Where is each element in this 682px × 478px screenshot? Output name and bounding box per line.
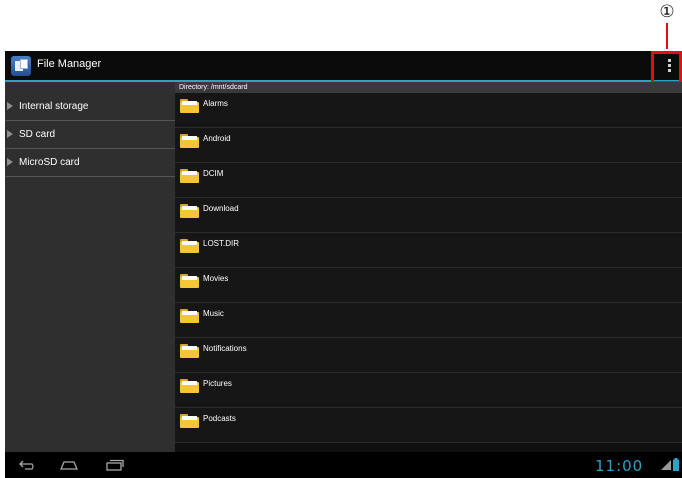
expand-arrow-icon [7, 130, 13, 138]
callout-highlight-box [651, 51, 682, 84]
tablet-screen: File Manager Internal storage SD card Mi… [5, 51, 682, 478]
sidebar-item-label: SD card [19, 129, 56, 140]
file-name: Podcasts [203, 414, 236, 423]
folder-icon [180, 239, 199, 253]
back-icon[interactable] [19, 460, 37, 470]
file-name: DCIM [203, 169, 224, 178]
list-item[interactable]: Notifications [175, 338, 682, 373]
callout-number: ① [659, 2, 675, 22]
folder-icon [180, 99, 199, 113]
directory-path: Directory: /mnt/sdcard [175, 82, 682, 93]
folder-icon [180, 204, 199, 218]
expand-arrow-icon [7, 102, 13, 110]
battery-icon [673, 458, 679, 471]
list-item[interactable]: Download [175, 198, 682, 233]
sidebar-item-label: Internal storage [19, 101, 89, 112]
list-item[interactable]: Music [175, 303, 682, 338]
expand-arrow-icon [7, 158, 13, 166]
action-bar: File Manager [5, 51, 682, 84]
file-name: LOST.DIR [203, 239, 240, 248]
folder-icon [180, 379, 199, 393]
folder-icon [180, 274, 199, 288]
file-list-pane: Directory: /mnt/sdcard Alarms Android DC… [175, 82, 682, 452]
list-item[interactable]: LOST.DIR [175, 233, 682, 268]
file-name: Pictures [203, 379, 232, 388]
sidebar-item-microsd-card[interactable]: MicroSD card [5, 149, 175, 177]
app-title: File Manager [37, 58, 102, 70]
list-item[interactable]: Podcasts [175, 408, 682, 443]
folder-icon [180, 344, 199, 358]
home-icon[interactable] [59, 460, 79, 470]
list-item[interactable]: Android [175, 128, 682, 163]
list-item[interactable]: DCIM [175, 163, 682, 198]
list-item[interactable]: Pictures [175, 373, 682, 408]
file-name: Android [203, 134, 231, 143]
folder-icon [180, 134, 199, 148]
recent-apps-icon[interactable] [105, 459, 125, 471]
sidebar-item-internal-storage[interactable]: Internal storage [5, 93, 175, 121]
folder-icon [180, 414, 199, 428]
folder-icon [180, 309, 199, 323]
file-name: Music [203, 309, 224, 318]
list-item[interactable]: Alarms [175, 93, 682, 128]
file-name: Notifications [203, 344, 247, 353]
file-name: Alarms [203, 99, 228, 108]
status-clock: 11:00 [595, 457, 644, 475]
system-navigation-bar: 11:00 [5, 452, 682, 478]
sidebar: Internal storage SD card MicroSD card [5, 82, 175, 452]
folder-icon [180, 169, 199, 183]
file-name: Movies [203, 274, 229, 283]
signal-icon [661, 460, 671, 470]
sidebar-item-sd-card[interactable]: SD card [5, 121, 175, 149]
file-name: Download [203, 204, 239, 213]
file-manager-icon[interactable] [11, 56, 31, 76]
list-item[interactable]: Movies [175, 268, 682, 303]
callout-line [666, 23, 668, 49]
sidebar-item-label: MicroSD card [19, 157, 80, 168]
